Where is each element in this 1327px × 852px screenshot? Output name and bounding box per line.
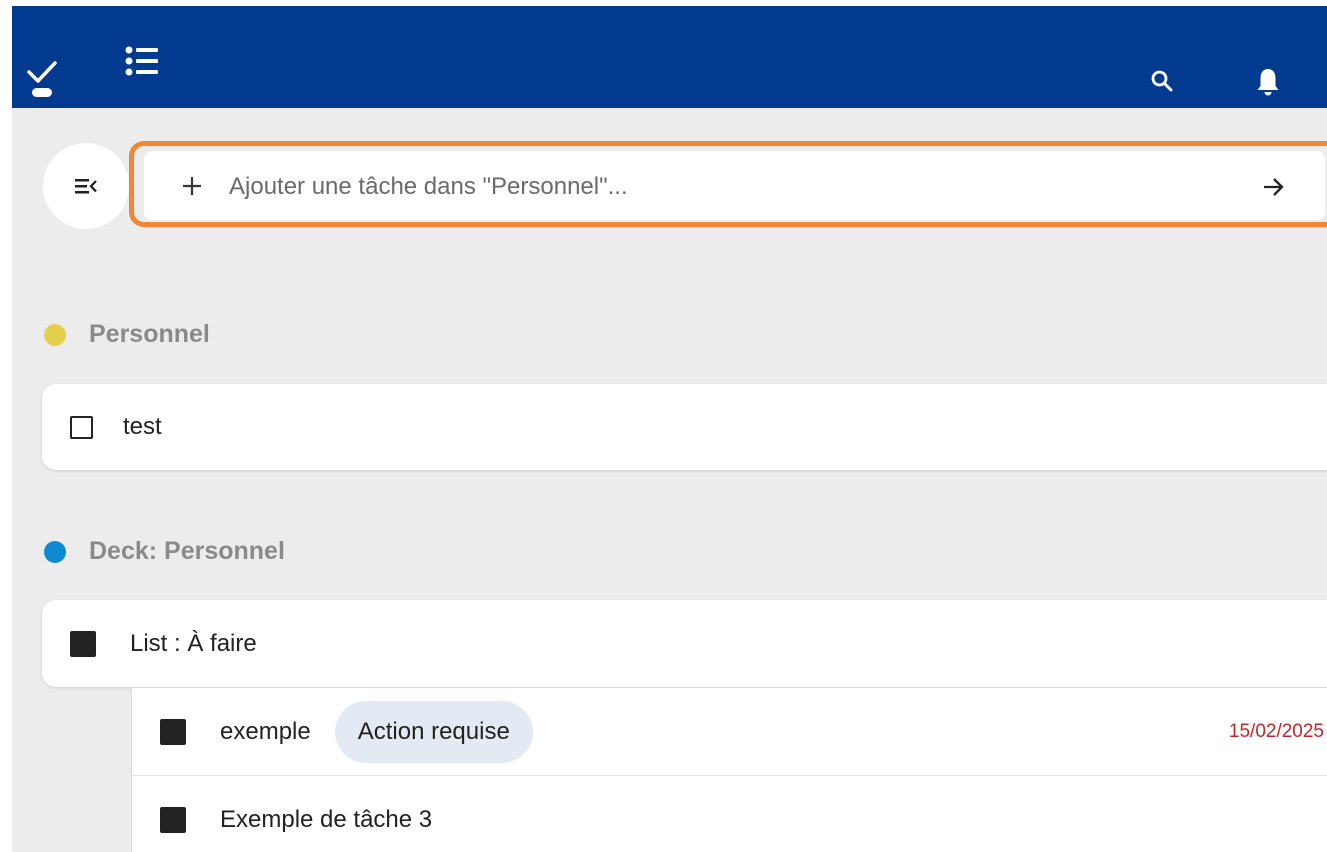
main-content: Personnel test Deck: Personnel List : À … <box>12 108 1327 852</box>
calendar-color-dot <box>44 540 66 563</box>
calendar-color-dot <box>44 323 66 346</box>
task-title: exemple <box>220 717 311 745</box>
task-title: test <box>123 413 162 440</box>
add-task-field <box>144 151 1325 220</box>
subtask-row[interactable]: Exemple de tâche 3 <box>132 776 1327 852</box>
plus-icon <box>183 177 201 195</box>
add-task-input[interactable] <box>227 161 1251 213</box>
active-app-indicator <box>32 88 52 97</box>
search-icon <box>1151 70 1173 92</box>
subtask-row[interactable]: exemple Action requise 15/02/2025 <box>132 688 1327 776</box>
add-task-box <box>129 141 1327 227</box>
task-tag[interactable]: Action requise <box>334 700 533 763</box>
task-checkbox[interactable] <box>70 415 93 439</box>
tasks-app-button[interactable] <box>22 46 62 98</box>
section-title: Personnel <box>89 320 210 348</box>
task-title: Exemple de tâche 3 <box>220 805 433 833</box>
lists-app-button[interactable] <box>122 41 162 81</box>
toggle-navigation-button[interactable] <box>43 143 129 229</box>
task-row[interactable]: List : À faire <box>42 600 1327 687</box>
due-date: 15/02/2025 <box>1228 720 1324 742</box>
top-navigation-bar <box>12 6 1327 108</box>
tasks-app: Personnel test Deck: Personnel List : À … <box>0 0 1327 852</box>
bell-icon <box>1257 69 1279 96</box>
section-header-deck-personnel: Deck: Personnel <box>44 537 285 566</box>
task-checkbox[interactable] <box>160 718 186 745</box>
arrow-right-icon[interactable] <box>1261 175 1285 199</box>
list-icon <box>125 46 158 76</box>
check-icon <box>27 61 57 83</box>
subtask-list: exemple Action requise 15/02/2025 Exempl… <box>131 688 1327 852</box>
section-title: Deck: Personnel <box>89 537 285 565</box>
task-row[interactable]: test <box>42 384 1327 470</box>
task-title: List : À faire <box>130 629 257 657</box>
search-button[interactable] <box>1144 63 1180 99</box>
notifications-button[interactable] <box>1248 62 1288 102</box>
section-header-personnel: Personnel <box>44 320 210 349</box>
task-checkbox[interactable] <box>70 630 96 657</box>
collapse-menu-icon <box>75 179 97 194</box>
task-checkbox[interactable] <box>160 806 186 833</box>
